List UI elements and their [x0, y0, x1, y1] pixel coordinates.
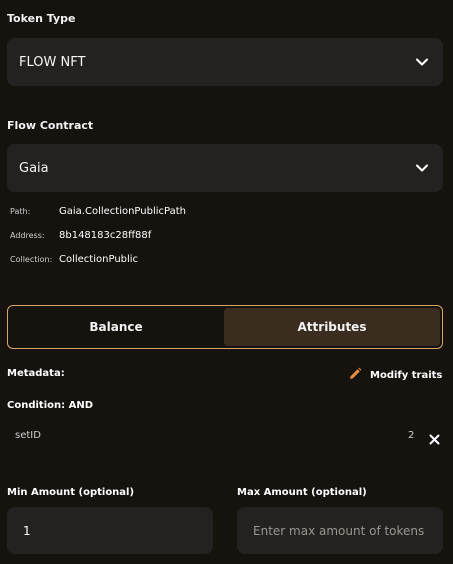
token-type-select[interactable]: FLOW NFT	[7, 38, 443, 86]
condition-label: Condition: AND	[7, 400, 94, 411]
max-amount-input[interactable]: Enter max amount of tokens	[237, 507, 443, 554]
address-value: 8b148183c28ff88f	[59, 230, 152, 241]
trait-key: setID	[15, 430, 41, 441]
modify-traits-label: Modify traits	[370, 370, 443, 381]
address-key: Address:	[10, 231, 45, 240]
modify-traits-button[interactable]: Modify traits	[348, 367, 442, 384]
chevron-down-icon	[415, 55, 429, 69]
path-key: Path:	[10, 207, 31, 216]
path-value: Gaia.CollectionPublicPath	[59, 206, 186, 217]
flow-contract-value: Gaia	[19, 160, 49, 176]
flow-contract-label: Flow Contract	[7, 119, 94, 132]
balance-attributes-tabs: Balance Attributes	[7, 305, 443, 349]
collection-key: Collection:	[10, 255, 53, 264]
min-amount-input[interactable]: 1	[7, 507, 213, 554]
close-icon[interactable]	[429, 430, 441, 445]
tab-balance[interactable]: Balance	[8, 306, 224, 348]
trait-value: 2	[408, 430, 415, 441]
max-amount-label: Max Amount (optional)	[237, 487, 367, 498]
flow-contract-select[interactable]: Gaia	[7, 144, 443, 192]
min-amount-label: Min Amount (optional)	[7, 487, 135, 498]
collection-value: CollectionPublic	[59, 254, 139, 265]
token-type-value: FLOW NFT	[19, 54, 86, 70]
min-amount-value: 1	[23, 523, 31, 538]
metadata-label: Metadata:	[7, 368, 65, 379]
max-amount-placeholder: Enter max amount of tokens	[253, 523, 425, 538]
tab-attributes[interactable]: Attributes	[224, 308, 440, 346]
chevron-down-icon	[415, 161, 429, 175]
pencil-icon	[348, 367, 362, 384]
token-type-label: Token Type	[7, 12, 76, 25]
token-gate-form: Token Type FLOW NFT Flow Contract Gaia P…	[0, 0, 453, 564]
